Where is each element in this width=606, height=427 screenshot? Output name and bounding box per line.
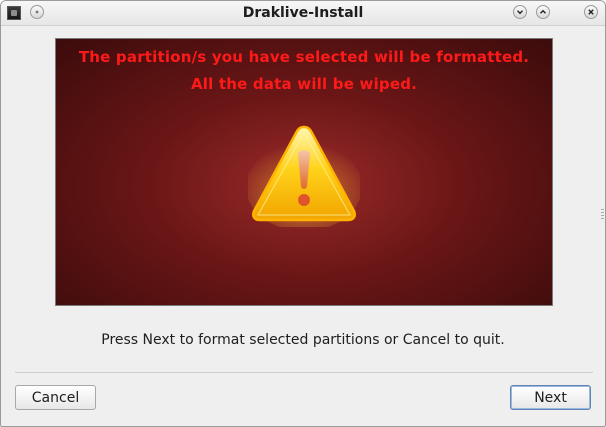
installer-window: Draklive-Install The partition/s you hav… bbox=[0, 0, 606, 427]
instruction-text: Press Next to format selected partitions… bbox=[101, 332, 505, 348]
close-button[interactable] bbox=[584, 5, 598, 19]
resize-grip[interactable] bbox=[601, 209, 604, 221]
warning-line-wipe: All the data will be wiped. bbox=[190, 75, 418, 93]
title-bar[interactable]: Draklive-Install bbox=[1, 1, 605, 26]
minimize-button[interactable] bbox=[513, 5, 527, 19]
close-icon bbox=[588, 9, 594, 15]
cancel-button[interactable]: Cancel bbox=[15, 385, 96, 410]
warning-triangle-icon bbox=[246, 121, 362, 231]
maximize-button[interactable] bbox=[536, 5, 550, 19]
button-separator bbox=[15, 372, 593, 373]
chevron-up-icon bbox=[540, 9, 546, 14]
next-button[interactable]: Next bbox=[510, 385, 591, 410]
chevron-down-icon bbox=[517, 10, 523, 15]
warning-banner: The partition/s you have selected will b… bbox=[55, 38, 553, 306]
warning-line-format: The partition/s you have selected will b… bbox=[78, 48, 530, 66]
